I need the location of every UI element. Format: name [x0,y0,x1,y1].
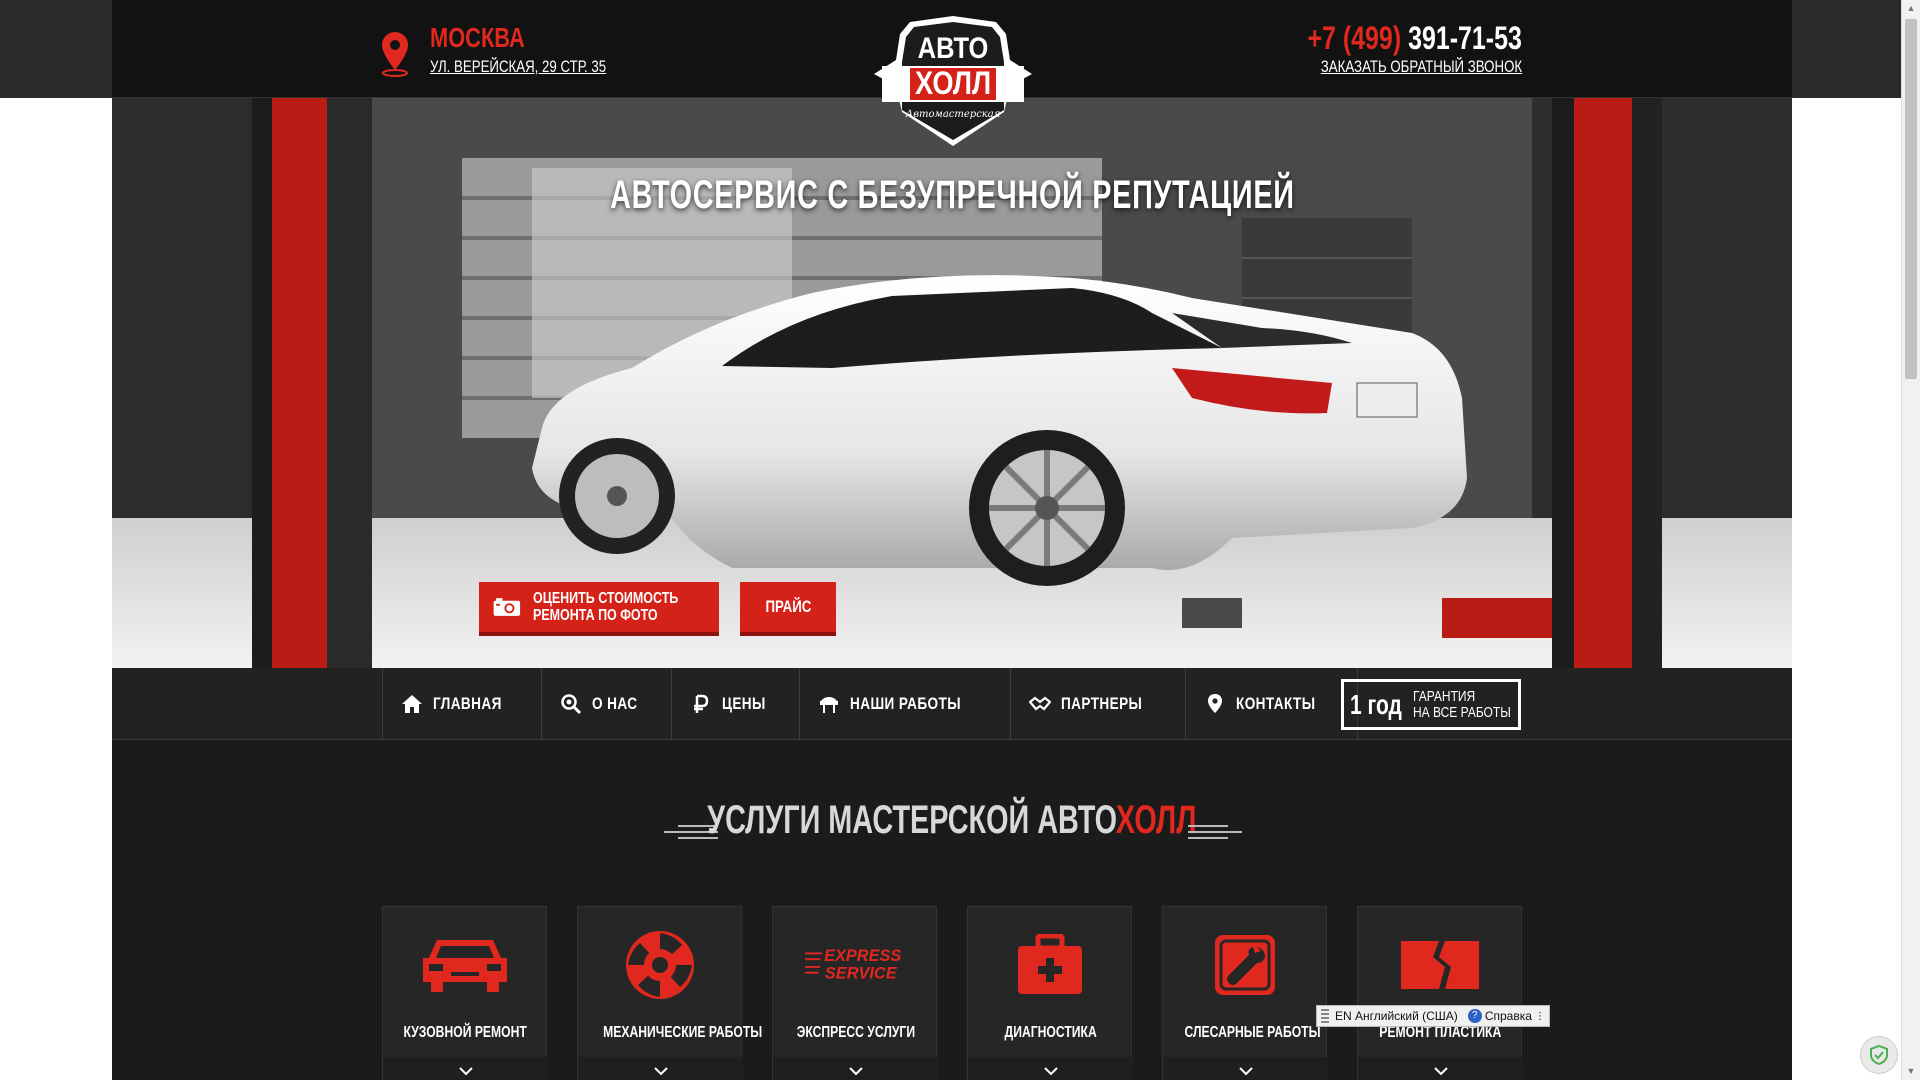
drag-handle-icon[interactable] [1321,1009,1329,1023]
page-scrollbar[interactable]: ▲ ▼ [1901,0,1920,1080]
guarantee-term: 1 год [1350,688,1402,720]
broken-panel-icon [1401,941,1479,989]
express-line1: EXPRESS [824,947,901,965]
nav-item-contacts[interactable]: КОНТАКТЫ [1184,668,1359,740]
page-container: МОСКВА УЛ. ВЕРЕЙСКАЯ, 29 СТР. 35 +7 (499… [112,0,1792,1080]
scroll-thumb[interactable] [1905,19,1917,379]
services-title: УСЛУГИ МАСТЕРСКОЙ АВТОХОЛЛ [707,798,1197,842]
service-card-plastic[interactable]: РЕМОНТ ПЛАСТИКА [1357,906,1523,1080]
express-service-icon: EXPRESS SERVICE [805,947,901,982]
main-nav: ГЛАВНАЯ О НАС ЦЕНЫ НАШИ РАБОТЫ ПАРТНЕРЫ … [112,668,1792,740]
services-section: УСЛУГИ МАСТЕРСКОЙ АВТОХОЛЛ КУЗОВНОЙ РЕМО… [112,740,1792,1080]
options-icon[interactable]: ⋮ [1535,1011,1545,1022]
camera-icon [493,598,521,616]
home-icon [402,695,422,713]
estimate-button-label: ОЦЕНИТЬ СТОИМОСТЬ РЕМОНТА ПО ФОТО [532,590,679,624]
phone-digits: 391-71-53 [1408,20,1522,56]
nav-item-works[interactable]: НАШИ РАБОТЫ [798,668,1011,740]
first-aid-kit-icon [1018,934,1082,994]
price-list-button[interactable]: ПРАЙС [740,582,836,636]
service-card-diagnostics[interactable]: ДИАГНОСТИКА [967,906,1133,1080]
language-indicator[interactable]: EN Английский (США) [1335,1009,1458,1023]
language-bar[interactable]: EN Английский (США) ? Справка ⋮ [1316,1005,1550,1027]
logo-top-text: АВТО [918,31,989,64]
express-line2: SERVICE [825,964,898,982]
chevron-down-icon[interactable] [1358,1057,1523,1080]
service-card-express[interactable]: EXPRESS SERVICE ЭКСПРЕСС УСЛУГИ [772,906,938,1080]
nav-item-home[interactable]: ГЛАВНАЯ [382,668,541,740]
city-label: МОСКВА [430,22,525,53]
ruble-icon [693,694,709,713]
nav-item-about[interactable]: О НАС [540,668,671,740]
address-link[interactable]: УЛ. ВЕРЕЙСКАЯ, 29 СТР. 35 [430,57,606,77]
title-decoration-right [1188,825,1242,839]
chevron-down-icon[interactable] [383,1057,548,1080]
car-lift-icon [819,697,838,713]
phone-number[interactable]: +7 (499) 391-71-53 [1308,20,1522,57]
callback-link[interactable]: ЗАКАЗАТЬ ОБРАТНЫЙ ЗВОНОК [1321,57,1522,77]
service-card-mechanical[interactable]: МЕХАНИЧЕСКИЕ РАБОТЫ [577,906,762,1080]
help-icon[interactable]: ? [1467,1009,1482,1023]
shield-check-icon[interactable] [1860,1036,1898,1074]
chevron-down-icon[interactable] [968,1057,1133,1080]
guarantee-badge: 1 год ГАРАНТИЯ НА ВСЕ РАБОТЫ [1341,679,1521,730]
logo-sub-text: Автомастерская [905,109,1001,120]
location-pin-icon [382,32,408,77]
gear-saw-icon [626,931,694,999]
car-body-icon [423,940,507,992]
logo-main-text: ХОЛЛ [915,66,991,102]
nav-item-prices[interactable]: ЦЕНЫ [670,668,799,740]
chevron-down-icon[interactable] [578,1057,743,1080]
hero-title: АВТОСЕРВИС С БЕЗУПРЕЧНОЙ РЕПУТАЦИЕЙ [609,173,1295,217]
map-pin-icon [1207,694,1222,713]
scroll-up-icon[interactable]: ▲ [1902,0,1920,17]
chevron-down-icon[interactable] [773,1057,938,1080]
chevron-down-icon[interactable] [1163,1057,1328,1080]
scroll-down-icon[interactable]: ▼ [1902,1063,1920,1080]
hero-banner: АВТОСЕРВИС С БЕЗУПРЕЧНОЙ РЕПУТАЦИЕЙ ОЦЕН… [112,98,1792,668]
phone-code: +7 (499) [1307,20,1402,56]
estimate-by-photo-button[interactable]: ОЦЕНИТЬ СТОИМОСТЬ РЕМОНТА ПО ФОТО [479,582,719,636]
guarantee-text: ГАРАНТИЯ НА ВСЕ РАБОТЫ [1413,687,1512,721]
help-label[interactable]: Справка [1485,1009,1532,1023]
nav-item-partners[interactable]: ПАРТНЕРЫ [1010,668,1185,740]
wrench-icon [1215,935,1275,995]
logo[interactable]: АВТО ХОЛЛ Автомастерская [870,12,1036,150]
search-gear-icon [561,694,582,715]
service-card-locksmith[interactable]: СЛЕСАРНЫЕ РАБОТЫ [1162,906,1328,1080]
handshake-icon [1029,696,1052,711]
service-card-body-repair[interactable]: КУЗОВНОЙ РЕМОНТ [382,906,548,1080]
